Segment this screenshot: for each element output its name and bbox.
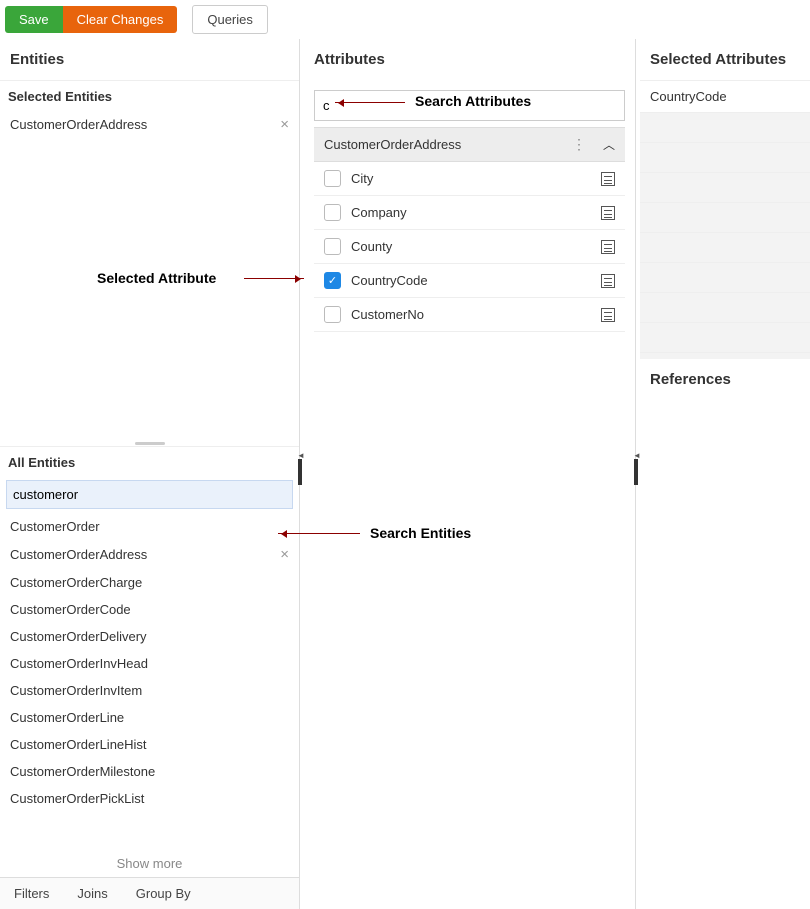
attribute-checkbox[interactable]	[324, 170, 341, 187]
entity-item-name: CustomerOrderCharge	[10, 575, 142, 590]
entity-item[interactable]: CustomerOrderMilestone	[0, 758, 299, 785]
tab-joins[interactable]: Joins	[63, 878, 121, 909]
entity-item[interactable]: CustomerOrderInvItem	[0, 677, 299, 704]
entity-item[interactable]: CustomerOrderLine	[0, 704, 299, 731]
tab-filters[interactable]: Filters	[0, 878, 63, 909]
kebab-icon[interactable]: ⋮	[572, 136, 587, 153]
attribute-checkbox[interactable]: ✓	[324, 272, 341, 289]
entity-item-name: CustomerOrderLine	[10, 710, 124, 725]
attribute-checkbox[interactable]	[324, 306, 341, 323]
entity-item[interactable]: CustomerOrderDelivery	[0, 623, 299, 650]
attribute-row[interactable]: CustomerNo	[314, 298, 625, 332]
details-icon[interactable]	[601, 308, 615, 322]
selected-entities-label: Selected Entities	[0, 80, 299, 110]
attribute-group-header[interactable]: CustomerOrderAddress ⋮ ︿	[314, 127, 625, 162]
entity-item[interactable]: CustomerOrder	[0, 513, 299, 540]
clear-changes-button[interactable]: Clear Changes	[63, 6, 178, 33]
attribute-row[interactable]: City	[314, 162, 625, 196]
details-icon[interactable]	[601, 240, 615, 254]
entities-title: Entities	[0, 39, 299, 80]
selected-attribute-row-empty	[640, 293, 810, 323]
entity-item[interactable]: CustomerOrderAddress ×	[0, 540, 299, 569]
attribute-name: City	[351, 171, 373, 186]
selected-attribute-row[interactable]: CountryCode	[640, 81, 810, 113]
attribute-name: CountryCode	[351, 273, 428, 288]
entity-item-name: CustomerOrderAddress	[10, 547, 147, 562]
selected-attributes-title: Selected Attributes	[640, 39, 810, 80]
selected-attribute-row-empty	[640, 173, 810, 203]
entity-item[interactable]: CustomerOrderInvHead	[0, 650, 299, 677]
vertical-splitter-1[interactable]: ◄	[300, 39, 304, 909]
selected-attribute-row-empty	[640, 113, 810, 143]
queries-button[interactable]: Queries	[192, 5, 268, 34]
entity-item[interactable]: CustomerOrderLineHist	[0, 731, 299, 758]
selected-entity-row[interactable]: CustomerOrderAddress ×	[0, 110, 299, 139]
details-icon[interactable]	[601, 274, 615, 288]
attribute-name: Company	[351, 205, 407, 220]
show-more-link[interactable]: Show more	[0, 850, 299, 877]
entity-item-name: CustomerOrderPickList	[10, 791, 144, 806]
remove-entity-icon[interactable]: ×	[280, 116, 289, 133]
entity-item-name: CustomerOrderCode	[10, 602, 131, 617]
selected-attribute-row-empty	[640, 233, 810, 263]
selected-attribute-row-empty	[640, 263, 810, 293]
entity-item[interactable]: CustomerOrderPickList	[0, 785, 299, 812]
attribute-name: County	[351, 239, 392, 254]
entity-item-name: CustomerOrderInvHead	[10, 656, 148, 671]
attribute-name: CustomerNo	[351, 307, 424, 322]
search-entities-input[interactable]	[6, 480, 293, 509]
entity-item-name: CustomerOrderInvItem	[10, 683, 142, 698]
selected-attribute-row-empty	[640, 323, 810, 353]
attribute-checkbox[interactable]	[324, 204, 341, 221]
attributes-title: Attributes	[304, 39, 635, 80]
entity-item-name: CustomerOrderLineHist	[10, 737, 147, 752]
details-icon[interactable]	[601, 172, 615, 186]
selected-attribute-row-empty	[640, 203, 810, 233]
attribute-group-name: CustomerOrderAddress	[324, 137, 461, 152]
details-icon[interactable]	[601, 206, 615, 220]
attribute-row[interactable]: Company	[314, 196, 625, 230]
chevron-up-icon[interactable]: ︿	[603, 136, 615, 153]
entity-item-name: CustomerOrder	[10, 519, 100, 534]
bottom-tabs: Filters Joins Group By	[0, 877, 299, 909]
remove-entity-icon[interactable]: ×	[280, 546, 289, 563]
entity-item[interactable]: CustomerOrderCharge	[0, 569, 299, 596]
attribute-row[interactable]: County	[314, 230, 625, 264]
selected-attribute-row-empty	[640, 143, 810, 173]
references-title: References	[640, 353, 810, 400]
save-button[interactable]: Save	[5, 6, 63, 33]
entity-item-name: CustomerOrderMilestone	[10, 764, 155, 779]
attribute-row[interactable]: ✓ CountryCode	[314, 264, 625, 298]
tab-groupby[interactable]: Group By	[122, 878, 205, 909]
vertical-splitter-2[interactable]: ◄	[636, 39, 640, 909]
entity-item[interactable]: CustomerOrderCode	[0, 596, 299, 623]
all-entities-label: All Entities	[0, 446, 299, 476]
attribute-checkbox[interactable]	[324, 238, 341, 255]
entity-item-name: CustomerOrderDelivery	[10, 629, 147, 644]
selected-entity-name: CustomerOrderAddress	[10, 117, 147, 132]
entity-list[interactable]: CustomerOrderCustomerOrderAddress×Custom…	[0, 513, 299, 850]
search-attributes-input[interactable]	[314, 90, 625, 121]
